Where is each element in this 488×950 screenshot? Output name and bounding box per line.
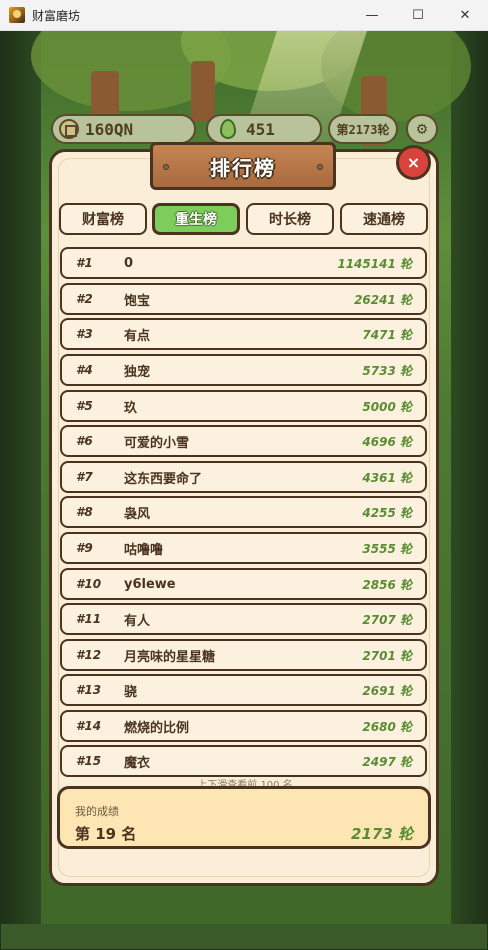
row-player-name: 0 xyxy=(124,255,134,271)
leaderboard-title: 排行榜 xyxy=(210,155,276,180)
row-score: 2701 轮 xyxy=(362,648,412,663)
window-title: 财富磨坊 xyxy=(32,8,81,23)
nail-icon xyxy=(163,164,169,170)
row-rank: #13 xyxy=(76,683,102,697)
leaderboard-list[interactable]: #1 0 1145141 轮 #2 饱宝 26241 轮 #3 有点 7471 轮 #4 独宠… xyxy=(59,247,429,778)
row-player-name: 有人 xyxy=(124,613,151,629)
row-player-name: 咕噜噜 xyxy=(124,542,164,558)
settings-button[interactable]: ⚙ xyxy=(406,114,438,144)
row-player-name: y6lewe xyxy=(124,576,176,592)
leaderboard-row: #2 饱宝 26241 轮 xyxy=(60,283,427,315)
row-score: 2856 轮 xyxy=(362,577,412,592)
row-score: 1145141 轮 xyxy=(337,256,412,271)
leaderboard-row: #9 咕噜噜 3555 轮 xyxy=(60,532,427,564)
row-player-name: 饱宝 xyxy=(124,293,151,309)
row-score: 2707 轮 xyxy=(362,612,412,627)
row-rank: #12 xyxy=(76,648,102,662)
my-result-label: 我的成绩 xyxy=(75,805,119,818)
row-player-name: 有点 xyxy=(124,328,151,344)
row-player-name: 月亮味的星星糖 xyxy=(124,649,216,665)
row-player-name: 独宠 xyxy=(124,364,151,380)
close-leaderboard-button[interactable]: × xyxy=(396,145,431,180)
window-close-button[interactable]: ✕ xyxy=(442,0,488,31)
row-rank: #4 xyxy=(76,363,93,377)
minimize-button[interactable]: — xyxy=(349,0,395,31)
leaderboard-row: #10 y6lewe 2856 轮 xyxy=(60,568,427,600)
row-score: 2691 轮 xyxy=(362,683,412,698)
nail-icon xyxy=(317,164,323,170)
row-rank: #15 xyxy=(76,754,102,768)
tab-speedrun[interactable]: 速通榜 xyxy=(340,203,428,235)
row-rank: #9 xyxy=(76,541,93,555)
row-rank: #5 xyxy=(76,399,93,413)
my-rank: 第 19 名 xyxy=(75,825,137,843)
leaderboard-title-banner: 排行榜 xyxy=(150,142,336,190)
tree-trunk xyxy=(191,61,215,121)
row-score: 7471 轮 xyxy=(362,327,412,342)
leaderboard-row: #14 燃烧的比例 2680 轮 xyxy=(60,710,427,742)
row-rank: #6 xyxy=(76,434,93,448)
round-value: 第2173轮 xyxy=(336,122,390,137)
gear-icon: ⚙ xyxy=(416,119,428,139)
row-rank: #2 xyxy=(76,292,93,306)
row-score: 4255 轮 xyxy=(362,505,412,520)
row-rank: #11 xyxy=(76,612,102,626)
leaderboard-row: #12 月亮味的星星糖 2701 轮 xyxy=(60,639,427,671)
tab-rebirth[interactable]: 重生榜 xyxy=(152,203,240,235)
leaderboard-row: #15 魔衣 2497 轮 xyxy=(60,745,427,777)
row-player-name: 魔衣 xyxy=(124,755,151,771)
close-icon: × xyxy=(406,153,421,172)
seeds-value: 451 xyxy=(246,119,275,139)
leaderboard-row: #7 这东西要命了 4361 轮 xyxy=(60,461,427,493)
leaderboard-row: #6 可爱的小雪 4696 轮 xyxy=(60,425,427,457)
window-titlebar: 财富磨坊 — ☐ ✕ xyxy=(0,0,488,31)
row-player-name: 这东西要命了 xyxy=(124,471,203,487)
row-score: 3555 轮 xyxy=(362,541,412,556)
leaderboard-row: #8 袅风 4255 轮 xyxy=(60,496,427,528)
row-score: 4696 轮 xyxy=(362,434,412,449)
my-score: 2173 轮 xyxy=(351,825,413,843)
leaderboard-row: #4 独宠 5733 轮 xyxy=(60,354,427,386)
row-rank: #14 xyxy=(76,719,102,733)
row-player-name: 可爱的小雪 xyxy=(124,435,190,451)
seed-icon xyxy=(220,119,236,139)
maximize-button[interactable]: ☐ xyxy=(395,0,441,31)
row-score: 2497 轮 xyxy=(362,754,412,769)
leaderboard-row: #13 骁 2691 轮 xyxy=(60,674,427,706)
leaderboard-row: #5 玖 5000 轮 xyxy=(60,390,427,422)
row-player-name: 玖 xyxy=(124,400,138,416)
round-counter: 第2173轮 xyxy=(328,114,398,144)
my-result-card: 我的成绩 第 19 名 2173 轮 xyxy=(57,786,431,849)
row-rank: #7 xyxy=(76,470,93,484)
row-player-name: 燃烧的比例 xyxy=(124,720,190,736)
row-player-name: 袅风 xyxy=(124,506,151,522)
leaderboard-row: #1 0 1145141 轮 xyxy=(60,247,427,279)
app-icon xyxy=(9,7,25,23)
coins-counter: 160QN xyxy=(51,114,196,144)
row-player-name: 骁 xyxy=(124,684,138,700)
coin-icon xyxy=(59,119,79,139)
ground-strip xyxy=(1,924,487,949)
row-score: 5733 轮 xyxy=(362,363,412,378)
leaderboard-row: #3 有点 7471 轮 xyxy=(60,318,427,350)
row-rank: #10 xyxy=(76,577,102,591)
forest-edge-left xyxy=(1,31,41,949)
leaderboard-row: #11 有人 2707 轮 xyxy=(60,603,427,635)
seeds-counter: 451 xyxy=(206,114,322,144)
row-score: 5000 轮 xyxy=(362,399,412,414)
row-rank: #3 xyxy=(76,327,93,341)
row-score: 26241 轮 xyxy=(354,292,412,307)
row-rank: #1 xyxy=(76,256,93,270)
coins-value: 160QN xyxy=(85,119,134,139)
tab-playtime[interactable]: 时长榜 xyxy=(246,203,334,235)
tab-wealth[interactable]: 财富榜 xyxy=(59,203,147,235)
forest-edge-right xyxy=(451,31,487,949)
row-score: 4361 轮 xyxy=(362,470,412,485)
row-score: 2680 轮 xyxy=(362,719,412,734)
row-rank: #8 xyxy=(76,505,93,519)
